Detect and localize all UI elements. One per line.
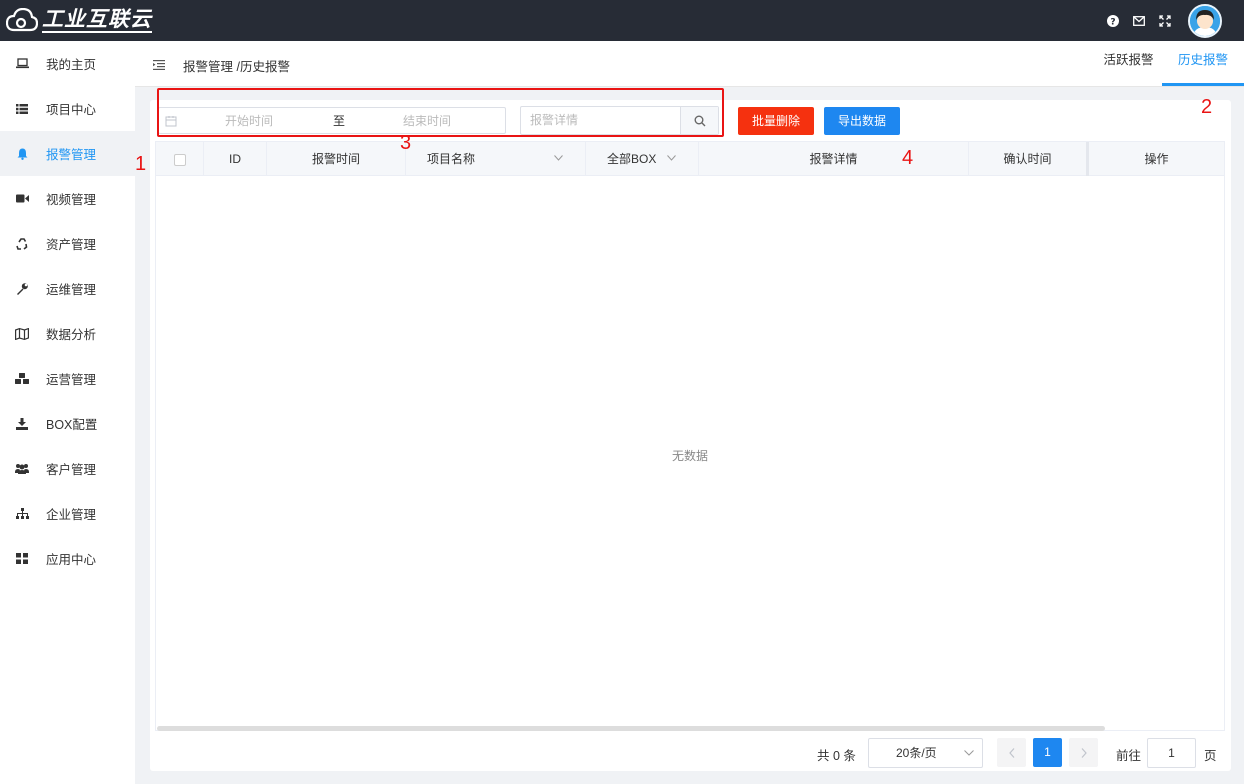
sidebar-item-label: 视频管理 (46, 193, 97, 207)
page-size-select[interactable]: 20条/页 (868, 738, 983, 768)
top-bar: 工业互联云 ? (0, 0, 1244, 41)
sidebar-item-home[interactable]: 我的主页 (0, 41, 135, 86)
column-header-box-filter[interactable]: 全部BOX (586, 142, 699, 176)
sidebar-item-label: 企业管理 (46, 508, 97, 522)
map-icon (15, 327, 29, 341)
sidebar-item-video[interactable]: 视频管理 (0, 176, 135, 221)
page-size-value: 20条/页 (896, 746, 937, 760)
sidebar-item-projects[interactable]: 项目中心 (0, 86, 135, 131)
tab-active-alarms[interactable]: 活跃报警 (1095, 41, 1162, 86)
bell-icon (15, 147, 29, 161)
sidebar-item-analytics[interactable]: 数据分析 (0, 311, 135, 356)
sidebar-item-label: 资产管理 (46, 238, 97, 252)
tab-history-alarms[interactable]: 历史报警 (1162, 41, 1244, 86)
empty-text: 无数据 (671, 449, 708, 463)
sitemap-icon (15, 507, 29, 521)
column-header-actions: 操作 (1144, 152, 1169, 166)
column-header-alarm-time[interactable]: 报警时间 (267, 142, 406, 176)
cubes-icon (15, 372, 29, 386)
chevron-left-icon (1008, 747, 1014, 758)
svg-text:?: ? (1110, 17, 1115, 27)
laptop-icon (15, 57, 29, 71)
annotation-label-1: 1 (135, 153, 147, 175)
column-header-alarm-detail[interactable]: 报警详情 (699, 142, 969, 176)
next-page-button[interactable] (1069, 738, 1098, 767)
breadcrumb: 报警管理 /历史报警 (183, 60, 290, 74)
help-icon[interactable]: ? (1100, 0, 1126, 41)
pagination: 共 0 条 20条/页 1 前往 1 页 (150, 737, 1231, 768)
column-header-label: 全部BOX (607, 152, 657, 166)
goto-page-input[interactable]: 1 (1147, 738, 1196, 768)
export-data-button[interactable]: 导出数据 (824, 107, 900, 135)
alarm-table: ID 报警时间 项目名称 全部BOX 报警详情 确认时间 操作 无数据 (155, 141, 1225, 731)
annotation-label-3: 3 (400, 132, 412, 154)
annotation-label-4: 4 (902, 147, 914, 169)
recycle-icon (15, 237, 29, 251)
download-icon (15, 417, 29, 431)
content-card: 开始时间 至 结束时间 报警详情 批量删除 导出数据 ID 报警时间 项目名称 … (150, 100, 1231, 771)
menu-fold-icon[interactable] (153, 58, 165, 73)
sidebar-item-box-config[interactable]: BOX配置 (0, 401, 135, 446)
total-count: 共 0 条 (817, 749, 856, 763)
sidebar: 我的主页 项目中心 报警管理 视频管理 资产管理 运维管理 数据分析 运营管理 … (0, 41, 135, 784)
list-icon (15, 102, 29, 116)
chevron-down-icon (667, 155, 676, 161)
sidebar-item-customers[interactable]: 客户管理 (0, 446, 135, 491)
users-icon (15, 462, 29, 476)
mail-icon[interactable] (1126, 0, 1152, 41)
tab-bar: 活跃报警 历史报警 (1095, 41, 1244, 86)
fullscreen-icon[interactable] (1152, 0, 1178, 41)
chevron-down-icon (554, 155, 563, 161)
sidebar-item-apps[interactable]: 应用中心 (0, 536, 135, 581)
annotation-highlight-box (157, 88, 724, 137)
sidebar-item-alarms[interactable]: 报警管理 (0, 131, 135, 176)
select-all-checkbox[interactable] (173, 153, 186, 166)
logo-text: 工业互联云 (42, 8, 152, 33)
chevron-down-icon (964, 750, 974, 756)
page-suffix-label: 页 (1204, 749, 1217, 763)
select-all-cell (156, 142, 204, 176)
sidebar-item-label: 应用中心 (46, 553, 97, 567)
grid-icon (15, 552, 29, 566)
goto-label: 前往 (1116, 749, 1142, 763)
batch-delete-button[interactable]: 批量删除 (738, 107, 814, 135)
column-header-label: 项目名称 (427, 152, 476, 166)
user-avatar[interactable] (1188, 3, 1222, 38)
chevron-right-icon (1081, 747, 1087, 758)
column-header-id[interactable]: ID (204, 142, 267, 176)
sidebar-item-assets[interactable]: 资产管理 (0, 221, 135, 266)
sidebar-item-label: 项目中心 (46, 103, 97, 117)
video-icon (15, 192, 29, 206)
sidebar-item-maintenance[interactable]: 运维管理 (0, 266, 135, 311)
sidebar-item-label: 运维管理 (46, 283, 97, 297)
sidebar-item-label: 客户管理 (46, 463, 97, 477)
sidebar-item-enterprise[interactable]: 企业管理 (0, 491, 135, 536)
sidebar-item-label: 运营管理 (46, 373, 97, 387)
cloud-logo-icon (6, 8, 38, 32)
page-header: 报警管理 /历史报警 活跃报警 历史报警 (135, 41, 1244, 87)
column-header-project-name[interactable]: 项目名称 (406, 142, 586, 176)
sidebar-item-operations[interactable]: 运营管理 (0, 356, 135, 401)
table-header: ID 报警时间 项目名称 全部BOX 报警详情 确认时间 操作 (156, 142, 1224, 176)
sidebar-item-label: 我的主页 (46, 58, 97, 72)
app-logo[interactable]: 工业互联云 (6, 7, 152, 35)
horizontal-scrollbar[interactable] (157, 726, 1105, 731)
sidebar-item-label: 报警管理 (46, 148, 97, 162)
page-number-current[interactable]: 1 (1033, 738, 1062, 767)
prev-page-button[interactable] (997, 738, 1026, 767)
sidebar-item-label: 数据分析 (46, 328, 97, 342)
column-header-confirm-time[interactable]: 确认时间 (969, 142, 1089, 176)
wrench-icon (15, 282, 29, 296)
sidebar-item-label: BOX配置 (46, 418, 98, 432)
annotation-label-2: 2 (1201, 96, 1213, 118)
